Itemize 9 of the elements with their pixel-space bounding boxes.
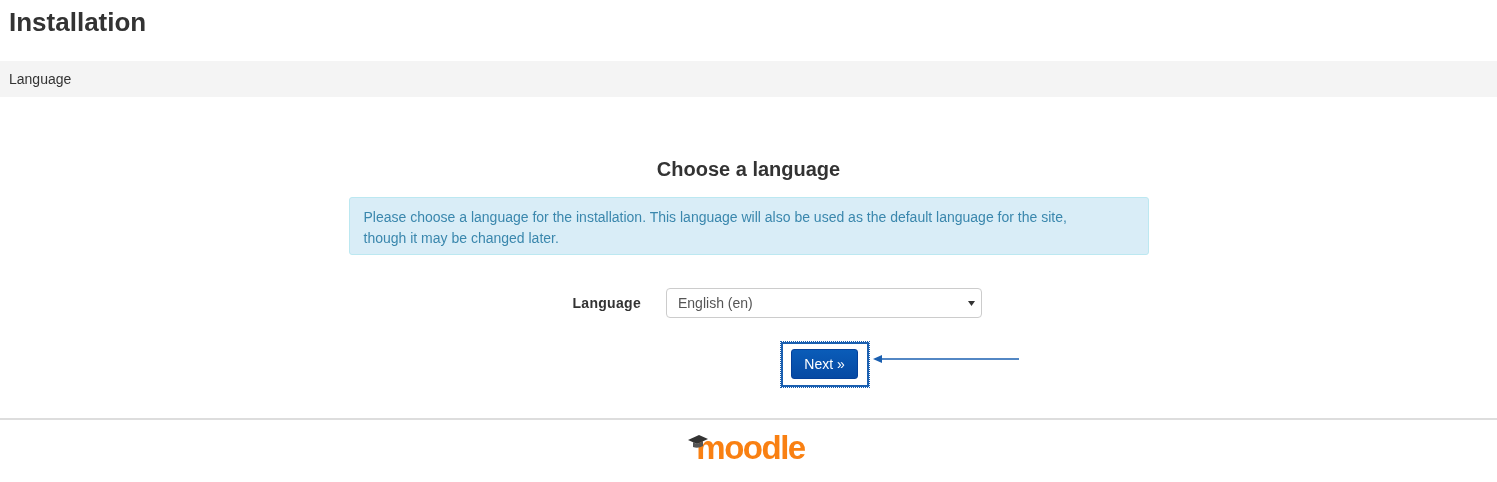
section-heading: Choose a language [656,157,841,181]
caret-icon [968,300,975,306]
breadcrumb-item[interactable]: Language [9,71,72,87]
field-label: Language [571,295,641,311]
next-button[interactable]: Next » [791,349,858,379]
moodle-logo: moodle [688,433,805,463]
info-alert: Please choose a language for the installation. This language will also be used as the default language for the site, though it may be changed later. [348,197,1149,255]
page-title: Installation [8,6,148,39]
language-select[interactable]: English (en) [666,288,982,318]
